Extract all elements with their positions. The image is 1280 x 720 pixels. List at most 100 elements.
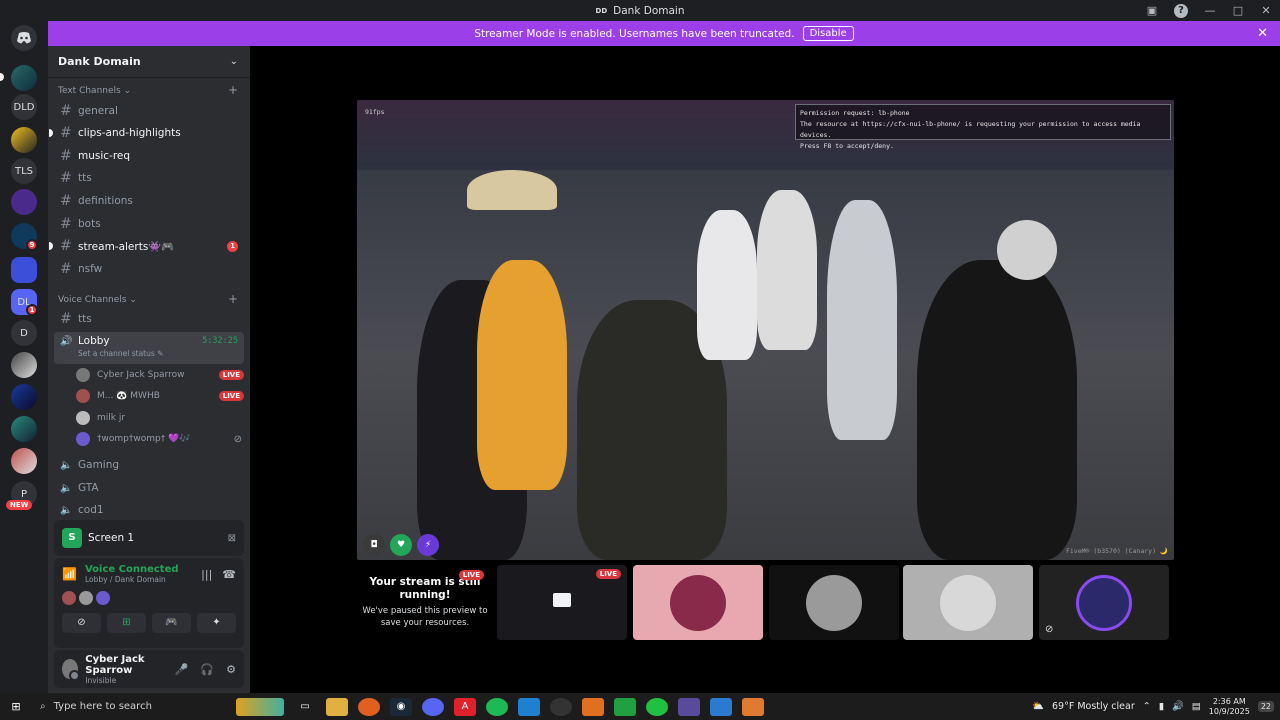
channel-clips-and-highlights[interactable]: # clips-and-highlights [49, 122, 244, 144]
search-highlight-icon[interactable] [236, 697, 284, 716]
stream-paused-tile[interactable]: LIVE Your stream is still running! We've… [356, 565, 494, 640]
voice-location[interactable]: Lobby / Dank Domain [85, 575, 179, 584]
voice-channel-cod1[interactable]: 🔈 cod1 [54, 499, 244, 521]
server-header[interactable]: Dank Domain ⌄ [48, 46, 250, 78]
participant-tile[interactable] [633, 565, 763, 640]
permission-line: Press F8 to accept/deny. [800, 142, 894, 150]
headphones-icon[interactable]: 🎧 [200, 663, 214, 676]
volume-icon[interactable]: 🔊 [1172, 701, 1184, 712]
add-channel-icon[interactable]: + [228, 293, 238, 305]
server-icon[interactable] [11, 189, 37, 215]
firefox-icon[interactable] [358, 697, 380, 716]
discord-icon[interactable] [422, 697, 444, 716]
taskbar-search[interactable]: ⌕ Type here to search [32, 693, 218, 720]
game-hud: ◘ ♥ ⚡ [363, 534, 439, 556]
channel-bots[interactable]: # bots [54, 213, 244, 235]
channel-nsfw[interactable]: # nsfw [54, 258, 244, 280]
app-icon[interactable] [518, 697, 540, 716]
voice-channel-lobby[interactable]: 🔊 Lobby 5:32:25 Set a channel status ✎ [54, 332, 244, 364]
notification-badge[interactable]: 22 [1257, 701, 1274, 712]
voice-user[interactable]: milk jr [76, 408, 244, 428]
scene-head [997, 220, 1057, 280]
voice-user[interactable]: M... 🐼 MWHB LIVE [76, 386, 244, 406]
notepad-icon[interactable] [614, 697, 636, 716]
channel-status[interactable]: Set a channel status ✎ [60, 349, 238, 358]
channel-stream-alerts[interactable]: # stream-alerts👾🎮 1 [49, 235, 244, 257]
category-text-channels[interactable]: Text Channels ⌄ + [58, 84, 238, 96]
gear-icon[interactable]: ⚙ [226, 663, 236, 676]
stream-video[interactable]: 91fps Permission request: lb-phone The r… [357, 100, 1174, 560]
discord-active-icon[interactable] [678, 697, 700, 716]
close-icon[interactable]: ✕ [1257, 26, 1268, 41]
close-window-button[interactable]: ✕ [1252, 4, 1280, 17]
server-icon[interactable] [11, 448, 37, 474]
participant-tile[interactable] [903, 565, 1033, 640]
server-icon[interactable] [11, 127, 37, 153]
mic-icon[interactable]: 🎤 [175, 663, 189, 676]
folder-icon[interactable] [11, 257, 37, 283]
battery-icon[interactable]: ▮ [1159, 701, 1164, 712]
weather-icon: ⛅ [1032, 701, 1045, 712]
activity-button[interactable]: 🎮 [152, 613, 191, 633]
disconnect-icon[interactable]: ☎ [222, 568, 236, 581]
steam-icon[interactable]: ◉ [390, 697, 412, 716]
server-icon[interactable]: D [11, 320, 37, 346]
minimize-button[interactable]: — [1196, 4, 1224, 17]
channel-definitions[interactable]: # definitions [54, 190, 244, 212]
app-icon[interactable] [582, 697, 604, 716]
screen-share-button[interactable]: ⊞ [107, 613, 146, 633]
add-channel-icon[interactable]: + [228, 84, 238, 96]
server-icon[interactable] [11, 352, 37, 378]
avatar[interactable] [62, 659, 81, 681]
voice-user[interactable]: †womp†womp† 💜🎶 ⊘ [76, 429, 244, 449]
chevron-up-icon[interactable]: ⌃ [1143, 701, 1151, 712]
xbox-icon[interactable] [646, 697, 668, 716]
windows-start-icon[interactable]: ⊞ [0, 700, 32, 713]
category-label: Text Channels ⌄ [58, 86, 132, 96]
user-label: †womp†womp† 💜🎶 [97, 434, 191, 444]
stop-share-icon[interactable]: ⊠ [228, 533, 236, 544]
task-view-icon[interactable]: ▭ [294, 698, 316, 716]
camera-off-button[interactable]: ⊘ [62, 613, 101, 633]
discord-home-icon[interactable] [11, 25, 37, 51]
participant-tile[interactable]: ⊘ [1039, 565, 1169, 640]
network-icon[interactable]: ▤ [1192, 701, 1201, 712]
clock[interactable]: 2:36 AM 10/9/2025 [1209, 697, 1250, 717]
server-icon[interactable] [11, 416, 37, 442]
noise-suppression-icon[interactable]: ||| [201, 568, 212, 581]
soundboard-button[interactable]: ✦ [197, 613, 236, 633]
scene-figure [757, 190, 817, 350]
server-icon[interactable]: TLS [11, 158, 37, 184]
participant-tile[interactable] [769, 565, 899, 640]
vscode-icon[interactable] [710, 697, 732, 716]
user-label: milk jr [97, 413, 126, 423]
voice-user[interactable]: Cyber Jack Sparrow LIVE [76, 365, 244, 385]
server-icon[interactable] [11, 384, 37, 410]
server-icon[interactable] [11, 65, 37, 91]
stream-tile[interactable]: LIVE [497, 565, 627, 640]
inbox-icon[interactable]: ▣ [1138, 4, 1166, 17]
spotify-icon[interactable] [486, 697, 508, 716]
category-voice-channels[interactable]: Voice Channels ⌄ + [58, 293, 238, 305]
weather-text[interactable]: 69°F Mostly clear [1052, 701, 1135, 712]
voice-channel-gaming[interactable]: 🔈 Gaming [54, 454, 244, 476]
channel-tts[interactable]: # tts [54, 167, 244, 189]
channel-music-req[interactable]: # music-req [54, 145, 244, 167]
app-icon[interactable]: A [454, 697, 476, 716]
signal-icon[interactable]: 📶 [62, 567, 77, 581]
user-label: Cyber Jack Sparrow [97, 370, 185, 380]
voice-channel-gta[interactable]: 🔈 GTA [54, 477, 244, 499]
help-icon[interactable]: ? [1174, 3, 1188, 18]
fivem-icon[interactable] [742, 697, 764, 716]
channel-general[interactable]: # general [54, 100, 244, 122]
chevron-down-icon: ⌄ [229, 56, 238, 67]
maximize-button[interactable]: □ [1224, 4, 1252, 17]
disable-button[interactable]: Disable [802, 26, 854, 41]
channel-tts-voice[interactable]: # tts [54, 308, 244, 330]
file-explorer-icon[interactable] [326, 697, 348, 716]
obs-icon[interactable] [550, 697, 572, 716]
username: Cyber Jack Sparrow [85, 653, 145, 676]
server-icon[interactable]: DLD [11, 94, 37, 120]
stream-area: 91fps Permission request: lb-phone The r… [250, 46, 1280, 693]
mic-muted-icon: ⊘ [233, 433, 242, 445]
